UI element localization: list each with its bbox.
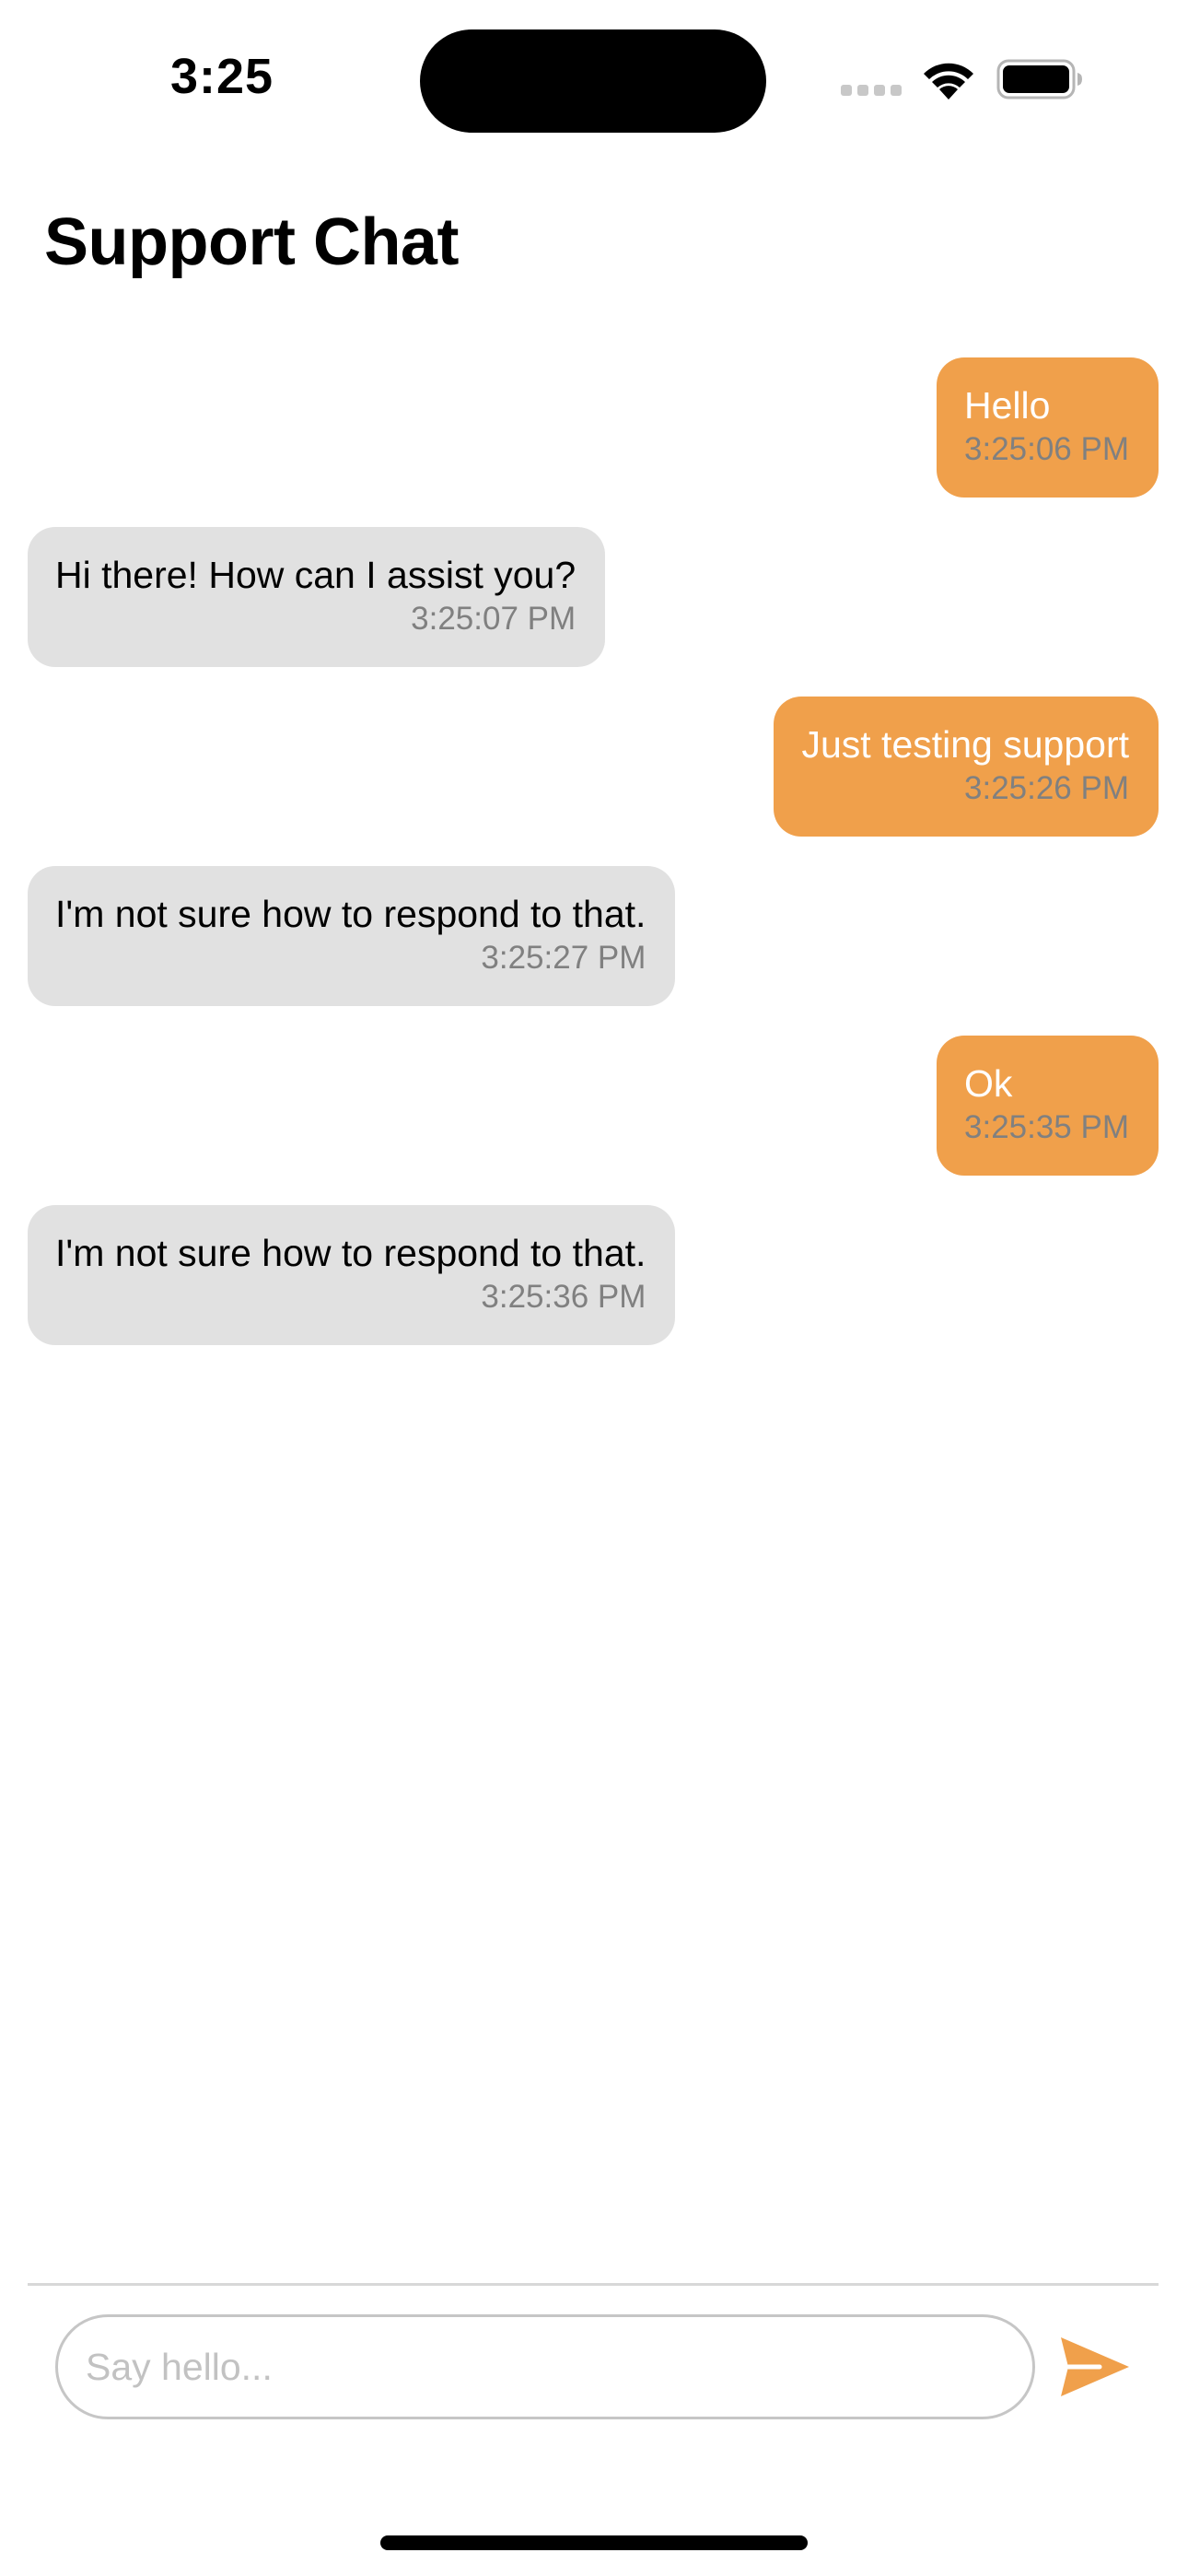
message-timestamp: 3:25:35 PM xyxy=(964,1109,1129,1145)
dynamic-island xyxy=(420,29,766,133)
message-row: Just testing support 3:25:26 PM xyxy=(28,697,1159,837)
message-list[interactable]: Hello 3:25:06 PM Hi there! How can I ass… xyxy=(28,357,1159,1375)
message-timestamp: 3:25:06 PM xyxy=(964,431,1129,467)
message-timestamp: 3:25:26 PM xyxy=(964,770,1129,806)
message-row: Hello 3:25:06 PM xyxy=(28,357,1159,498)
message-input[interactable] xyxy=(55,2314,1035,2419)
status-time: 3:25 xyxy=(170,49,274,104)
message-row: I'm not sure how to respond to that. 3:2… xyxy=(28,866,1159,1006)
outgoing-message-bubble[interactable]: Just testing support 3:25:26 PM xyxy=(774,697,1159,837)
message-timestamp: 3:25:07 PM xyxy=(411,601,577,637)
message-text: I'm not sure how to respond to that. xyxy=(55,893,646,935)
message-row: I'm not sure how to respond to that. 3:2… xyxy=(28,1205,1159,1345)
message-timestamp: 3:25:36 PM xyxy=(481,1279,646,1315)
status-bar: 3:25 xyxy=(0,0,1188,147)
composer-divider xyxy=(28,2283,1159,2286)
message-row: Hi there! How can I assist you? 3:25:07 … xyxy=(28,527,1159,667)
message-text: Ok xyxy=(964,1062,1013,1105)
message-timestamp: 3:25:27 PM xyxy=(481,940,646,976)
page-title: Support Chat xyxy=(44,205,459,279)
outgoing-message-bubble[interactable]: Ok 3:25:35 PM xyxy=(937,1036,1159,1176)
outgoing-message-bubble[interactable]: Hello 3:25:06 PM xyxy=(937,357,1159,498)
incoming-message-bubble[interactable]: Hi there! How can I assist you? 3:25:07 … xyxy=(28,527,606,667)
battery-icon xyxy=(996,59,1082,100)
cellular-signal-icon xyxy=(841,85,903,98)
paperplane-icon xyxy=(1061,2337,1129,2396)
message-text: Just testing support xyxy=(801,723,1129,766)
support-chat-screen: 3:25 Support Chat Hello 3:25:06 PM Hi th… xyxy=(0,0,1188,2576)
message-text: Hello xyxy=(964,384,1051,427)
message-row: Ok 3:25:35 PM xyxy=(28,1036,1159,1176)
wifi-icon xyxy=(924,63,973,100)
message-text: Hi there! How can I assist you? xyxy=(55,554,577,596)
home-indicator xyxy=(380,2535,808,2550)
incoming-message-bubble[interactable]: I'm not sure how to respond to that. 3:2… xyxy=(28,1205,676,1345)
incoming-message-bubble[interactable]: I'm not sure how to respond to that. 3:2… xyxy=(28,866,676,1006)
message-text: I'm not sure how to respond to that. xyxy=(55,1232,646,1274)
send-button[interactable] xyxy=(1059,2334,1133,2400)
